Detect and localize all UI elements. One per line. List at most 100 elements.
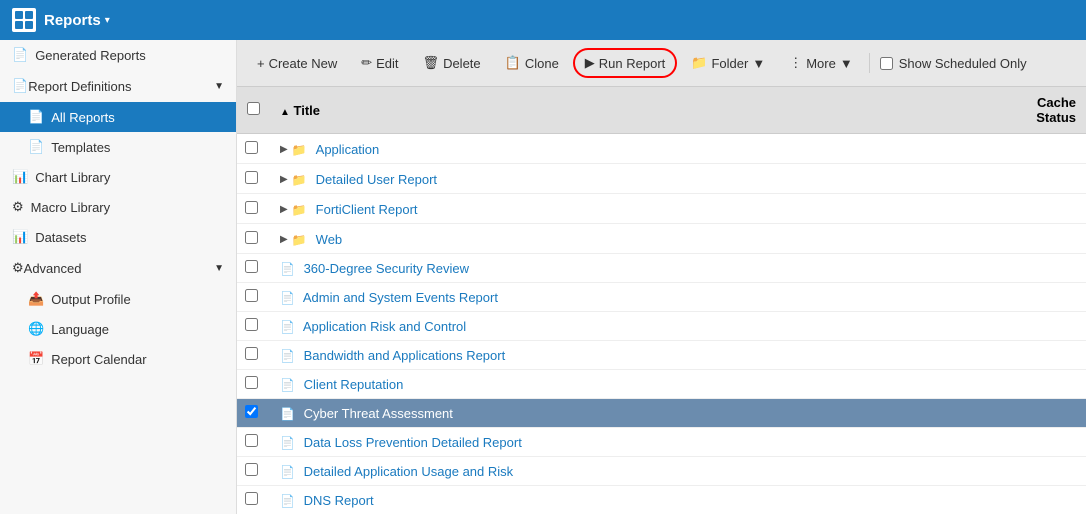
row-checkbox[interactable] [245, 434, 258, 447]
create-new-button[interactable]: + Create New [247, 51, 347, 76]
table-row[interactable]: 📄 Application Risk and Control [237, 312, 1086, 341]
table-row[interactable]: ▶ 📁 FortiClient Report [237, 194, 1086, 224]
more-button[interactable]: ⋮ More ▼ [779, 50, 863, 76]
row-cache-status-cell [986, 164, 1086, 194]
row-title-link[interactable]: Bandwidth and Applications Report [304, 348, 506, 363]
row-cache-status-cell [986, 370, 1086, 399]
title-dropdown-arrow[interactable]: ▾ [105, 15, 110, 26]
generated-reports-icon: 📄 [12, 47, 28, 63]
sidebar-item-all-reports[interactable]: 📄 All Reports [0, 102, 236, 132]
row-title-cell: 📄 Admin and System Events Report [270, 283, 986, 312]
row-checkbox-cell [237, 370, 270, 399]
row-expand-button[interactable]: ▶ 📁 Web [280, 232, 342, 247]
row-checkbox-cell [237, 457, 270, 486]
row-cache-status-cell [986, 283, 1086, 312]
row-title-content: 📄 Application Risk and Control [280, 319, 466, 334]
sidebar-item-macro-library[interactable]: ⚙ Macro Library [0, 192, 236, 222]
row-title-link[interactable]: Detailed User Report [316, 172, 437, 187]
table-row[interactable]: 📄 DNS Report [237, 486, 1086, 514]
file-icon: 📄 [280, 349, 295, 363]
row-title-link[interactable]: Application [316, 142, 380, 157]
row-checkbox-cell [237, 399, 270, 428]
sidebar-item-templates[interactable]: 📄 Templates [0, 132, 236, 162]
row-checkbox-cell [237, 312, 270, 341]
app-grid-icon[interactable] [12, 8, 36, 32]
macro-library-icon: ⚙ [12, 199, 24, 215]
row-expand-button[interactable]: ▶ 📁 FortiClient Report [280, 202, 418, 217]
select-all-checkbox[interactable] [247, 102, 260, 115]
row-title-link[interactable]: Application Risk and Control [303, 319, 466, 334]
sidebar-item-report-definitions[interactable]: 📄 Report Definitions ▼ [0, 70, 236, 102]
table-body: ▶ 📁 Application ▶ 📁 Detailed User Report… [237, 134, 1086, 514]
file-icon: 📄 [280, 465, 295, 479]
file-icon: 📄 [280, 378, 295, 392]
row-title-link[interactable]: Detailed Application Usage and Risk [304, 464, 514, 479]
sidebar-label-all-reports: All Reports [51, 110, 115, 125]
sidebar-label-macro-library: Macro Library [31, 200, 110, 215]
row-expand-button[interactable]: ▶ 📁 Detailed User Report [280, 172, 437, 187]
row-expand-button[interactable]: ▶ 📁 Application [280, 142, 379, 157]
clone-button[interactable]: 📋 Clone [495, 50, 569, 76]
row-checkbox[interactable] [245, 171, 258, 184]
row-cache-status-cell [986, 194, 1086, 224]
table-row[interactable]: ▶ 📁 Detailed User Report [237, 164, 1086, 194]
sidebar-item-advanced[interactable]: ⚙ Advanced ▼ [0, 252, 236, 284]
table-row[interactable]: 📄 Admin and System Events Report [237, 283, 1086, 312]
col-header-checkbox [237, 87, 270, 134]
col-header-title[interactable]: ▲ Title [270, 87, 986, 134]
row-title-link[interactable]: Cyber Threat Assessment [304, 406, 453, 421]
report-definitions-arrow: ▼ [214, 81, 224, 92]
sidebar-item-datasets[interactable]: 📊 Datasets [0, 222, 236, 252]
table-row[interactable]: 📄 360-Degree Security Review [237, 254, 1086, 283]
sidebar-label-report-definitions: Report Definitions [28, 79, 131, 94]
chart-library-icon: 📊 [12, 169, 28, 185]
row-checkbox[interactable] [245, 141, 258, 154]
row-title-link[interactable]: Client Reputation [304, 377, 404, 392]
show-scheduled-checkbox[interactable] [880, 57, 893, 70]
table-row[interactable]: 📄 Cyber Threat Assessment [237, 399, 1086, 428]
row-checkbox[interactable] [245, 376, 258, 389]
folder-dropdown-arrow: ▼ [752, 56, 765, 71]
row-cache-status-cell [986, 312, 1086, 341]
row-checkbox[interactable] [245, 492, 258, 505]
row-checkbox[interactable] [245, 347, 258, 360]
row-title-link[interactable]: Web [316, 232, 343, 247]
delete-button[interactable]: 🗑 Delete [413, 50, 491, 76]
row-checkbox[interactable] [245, 201, 258, 214]
row-title-link[interactable]: FortiClient Report [316, 202, 418, 217]
row-checkbox[interactable] [245, 318, 258, 331]
row-title-cell: 📄 Bandwidth and Applications Report [270, 341, 986, 370]
folder-button[interactable]: 📁 Folder ▼ [681, 50, 775, 76]
row-checkbox[interactable] [245, 231, 258, 244]
sidebar-item-chart-library[interactable]: 📊 Chart Library [0, 162, 236, 192]
table-row[interactable]: ▶ 📁 Web [237, 224, 1086, 254]
row-checkbox[interactable] [245, 463, 258, 476]
edit-button[interactable]: ✏ Edit [351, 50, 408, 76]
sidebar-item-language[interactable]: 🌐 Language [0, 314, 236, 344]
show-scheduled-label[interactable]: Show Scheduled Only [880, 56, 1027, 71]
row-checkbox[interactable] [245, 405, 258, 418]
row-title-cell: 📄 Application Risk and Control [270, 312, 986, 341]
row-cache-status-cell [986, 428, 1086, 457]
sidebar-item-generated-reports[interactable]: 📄 Generated Reports [0, 40, 236, 70]
row-title-link[interactable]: Data Loss Prevention Detailed Report [304, 435, 522, 450]
sidebar: 📄 Generated Reports 📄 Report Definitions… [0, 40, 237, 514]
folder-icon: 📁 [292, 233, 307, 247]
row-checkbox[interactable] [245, 289, 258, 302]
row-title-link[interactable]: 360-Degree Security Review [304, 261, 469, 276]
row-checkbox[interactable] [245, 260, 258, 273]
row-title-link[interactable]: DNS Report [304, 493, 374, 508]
table-row[interactable]: 📄 Detailed Application Usage and Risk [237, 457, 1086, 486]
table-header-row: ▲ Title Cache Status [237, 87, 1086, 134]
row-title-link[interactable]: Admin and System Events Report [303, 290, 498, 305]
row-checkbox-cell [237, 341, 270, 370]
row-title-cell: 📄 Detailed Application Usage and Risk [270, 457, 986, 486]
table-row[interactable]: 📄 Data Loss Prevention Detailed Report [237, 428, 1086, 457]
row-title-cell: 📄 Cyber Threat Assessment [270, 399, 986, 428]
run-report-button[interactable]: ▶ Run Report [573, 48, 677, 78]
table-row[interactable]: 📄 Bandwidth and Applications Report [237, 341, 1086, 370]
sidebar-item-report-calendar[interactable]: 📅 Report Calendar [0, 344, 236, 374]
sidebar-item-output-profile[interactable]: 📤 Output Profile [0, 284, 236, 314]
table-row[interactable]: ▶ 📁 Application [237, 134, 1086, 164]
table-row[interactable]: 📄 Client Reputation [237, 370, 1086, 399]
